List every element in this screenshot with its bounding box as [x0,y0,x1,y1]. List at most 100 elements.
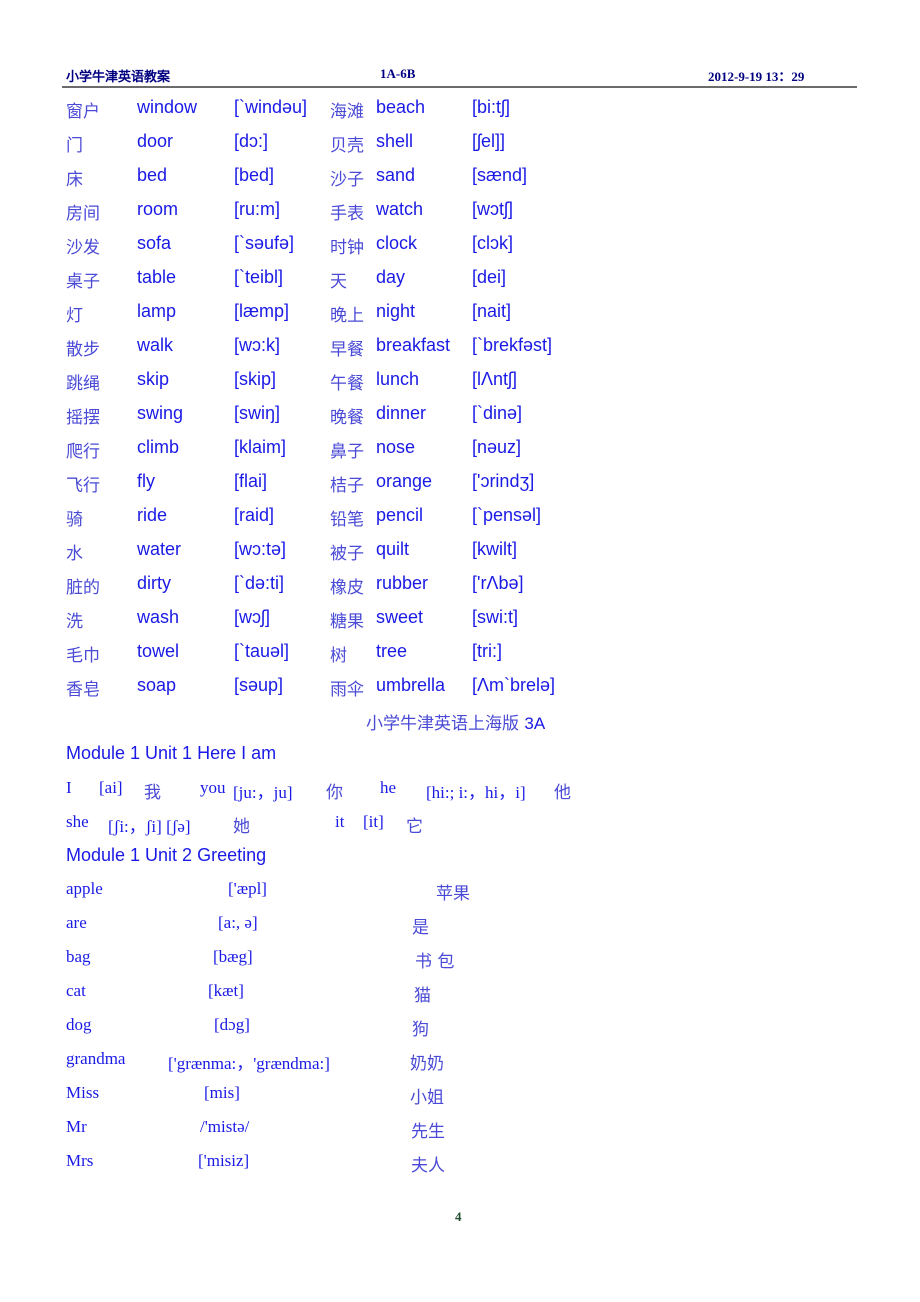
vocab-zh: 水 [66,544,83,564]
pronoun-row-2: she [ʃi:，ʃi] [ʃə] 她 it [it] 它 [66,812,466,837]
pronoun-row-1: I [ai] 我 you [ju:，ju] 你 he [hi:; i:，hi，i… [66,778,606,803]
vocab-row: 摇摆 swing [swiŋ] 晚餐 dinner [`dinə] [66,403,626,429]
greeting-word-zh: 夫人 [411,1156,445,1176]
greeting-word-zh: 先生 [411,1122,445,1142]
vocab-en: window [137,97,198,117]
pronoun-word: you [200,778,226,797]
vocab-en: bed [137,165,168,185]
vocab-phonetic: [swiŋ] [234,403,281,423]
vocab-zh: 灯 [66,306,83,326]
vocab-zh: 窗户 [66,102,100,122]
vocab-phonetic: [`windəu] [234,97,308,117]
vocab-phonetic: [ʃel]] [472,131,506,151]
vocab-zh: 被子 [330,544,364,564]
vocab-phonetic: [Λm`brelə] [472,675,556,695]
greeting-word-row: dog [dɔg] 狗 [66,1015,566,1040]
vocab-en: wash [137,607,180,627]
vocab-zh: 跳绳 [66,374,100,394]
pronoun-phonetic: [ai] [99,778,123,797]
vocab-en: tree [376,641,408,661]
vocab-phonetic: [dɔ:] [234,131,269,151]
vocab-en: beach [376,97,426,117]
greeting-word-phonetic: [bæg] [213,947,253,966]
vocab-en: orange [376,471,433,491]
vocab-row: 门 door [dɔ:] 贝壳 shell [ʃel]] [66,131,626,157]
vocab-en: sweet [376,607,424,627]
vocab-en: nose [376,437,416,457]
vocab-row: 水 water [wɔ:tə] 被子 quilt [kwilt] [66,539,626,565]
vocab-zh: 橡皮 [330,578,364,598]
vocab-phonetic: ['rΛbə] [472,573,524,593]
vocab-en: climb [137,437,180,457]
vocab-zh: 铅笔 [330,510,364,530]
vocab-phonetic: [`teibl] [234,267,284,287]
vocab-en: night [376,301,416,321]
greeting-word-en: are [66,913,87,932]
greeting-word-phonetic: ['misiz] [198,1151,250,1170]
vocab-phonetic: [`brekfəst] [472,335,553,355]
vocab-zh: 散步 [66,340,100,360]
vocab-en: ride [137,505,168,525]
vocab-en: walk [137,335,174,355]
pronoun-zh: 我 [144,783,161,803]
greeting-word-row: Mrs ['misiz] 夫人 [66,1151,566,1176]
vocab-row: 骑 ride [raid] 铅笔 pencil [`pensəl] [66,505,626,531]
vocab-en: skip [137,369,170,389]
greeting-word-en: cat [66,981,86,1000]
header-datetime: 2012-9-19 13：29 [708,69,805,84]
vocab-phonetic: [wɔ:tə] [234,539,287,559]
vocab-row: 桌子 table [`teibl] 天 day [dei] [66,267,626,293]
greeting-word-row: Mr /'mistə/先生 [66,1117,566,1142]
vocab-phonetic: [kwilt] [472,539,517,559]
vocab-zh: 手表 [330,204,364,224]
greeting-word-en: dog [66,1015,92,1034]
vocab-phonetic: [dei] [472,267,507,287]
greeting-word-phonetic: /'mistə/ [200,1117,250,1136]
pronoun-zh: 他 [554,783,571,803]
vocab-row: 飞行 fly [flai] 桔子 orange ['ɔrindʒ] [66,471,626,497]
vocab-en: rubber [376,573,429,593]
vocab-zh: 桔子 [330,476,364,496]
greeting-word-zh: 苹果 [436,884,470,904]
vocab-en: shell [376,131,414,151]
vocab-row: 洗 wash [wɔʃ] 糖果 sweet [swi:t] [66,607,626,633]
vocab-phonetic: [tri:] [472,641,502,661]
vocab-zh: 沙发 [66,238,100,258]
section-title-latin: 3A [524,714,546,733]
vocab-phonetic: [`dinə] [472,403,523,423]
vocab-zh: 毛巾 [66,646,100,666]
vocab-phonetic: [clɔk] [472,233,514,253]
greeting-word-row: Miss [mis] 小姐 [66,1083,566,1108]
vocab-phonetic: [bi:tʃ] [472,97,511,117]
pronoun-zh: 你 [326,783,343,803]
vocab-phonetic: [nəuz] [472,437,522,457]
vocab-zh: 飞行 [66,476,100,496]
greeting-word-zh: 是 [412,918,429,938]
vocab-row: 毛巾 towel [`tauəl] 树 tree [tri:] [66,641,626,667]
vocab-zh: 骑 [66,510,83,530]
vocab-en: dinner [376,403,427,423]
vocab-en: door [137,131,174,151]
vocab-phonetic: [`tauəl] [234,641,290,661]
greeting-word-phonetic: [dɔg] [214,1015,250,1034]
vocab-en: watch [376,199,424,219]
greeting-word-phonetic: ['grænma:，'grændma:] [168,1054,330,1073]
pronoun-word: it [335,812,345,831]
greeting-word-zh: 狗 [412,1020,429,1040]
vocab-phonetic: [wɔtʃ] [472,199,514,219]
greeting-word-zh: 书 包 [415,952,455,972]
pronoun-zh: 它 [406,817,423,837]
vocab-row: 跳绳 skip [skip] 午餐 lunch [lΛntʃ] [66,369,626,395]
vocab-zh: 树 [330,646,347,666]
header-doc-title: 小学牛津英语教案 [66,69,171,84]
vocab-phonetic: [səup] [234,675,284,695]
vocab-phonetic: [lΛntʃ] [472,369,518,389]
pronoun-zh: 她 [233,817,250,837]
vocab-zh: 午餐 [330,374,364,394]
vocab-zh: 香皂 [66,680,100,700]
vocab-en: fly [137,471,155,491]
vocab-phonetic: [bed] [234,165,275,185]
pronoun-phonetic: [it] [363,812,384,831]
vocab-row: 灯 lamp [læmp] 晚上 night [nait] [66,301,626,327]
greeting-word-en: bag [66,947,91,966]
